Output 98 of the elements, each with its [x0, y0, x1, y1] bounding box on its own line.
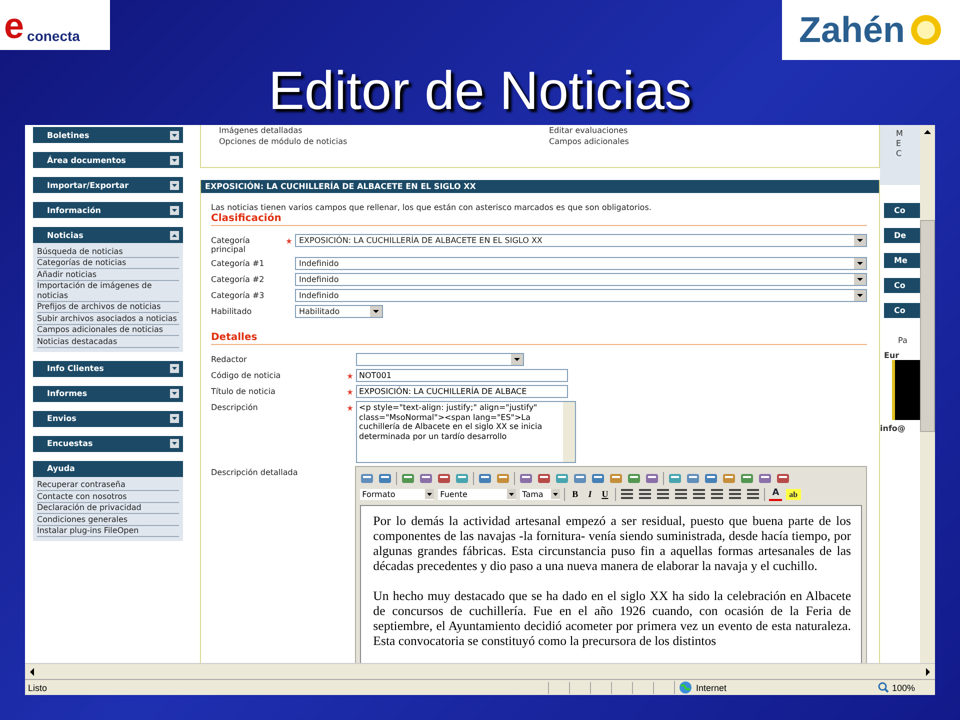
- toolbar-dropdown[interactable]: Formato: [360, 488, 434, 500]
- sidebar-item[interactable]: Añadir noticias: [37, 269, 179, 280]
- sidebar-header-label: Envios: [47, 414, 76, 423]
- email-text: info@: [880, 424, 906, 433]
- side-button[interactable]: Co: [884, 303, 920, 318]
- toggle-icon[interactable]: [170, 156, 179, 164]
- side-button[interactable]: De: [884, 228, 920, 243]
- sidebar-item[interactable]: Contacte con nosotros: [37, 491, 179, 502]
- sidebar-header-label: Informes: [47, 389, 88, 398]
- dropdown[interactable]: [356, 353, 524, 366]
- font-color-button[interactable]: A: [769, 488, 782, 500]
- toggle-icon[interactable]: [170, 230, 179, 240]
- field-label: Descripción: [211, 402, 259, 412]
- format-button[interactable]: B: [569, 488, 582, 500]
- sidebar-item[interactable]: Campos adicionales de noticias: [37, 324, 179, 336]
- menu-link[interactable]: Opciones de módulo de noticias: [219, 136, 549, 147]
- field-label: Categoría principal: [211, 235, 251, 254]
- format-button[interactable]: I: [585, 488, 595, 500]
- toggle-icon[interactable]: [170, 389, 179, 398]
- sidebar-header-label: Información: [47, 206, 102, 214]
- toggle-icon[interactable]: [170, 130, 179, 140]
- dropdown[interactable]: Indefinido: [295, 257, 867, 270]
- dropdown[interactable]: EXPOSICIÓN: LA CUCHILLERÍA DE ALBACETE EN EL SIGLO XX: [295, 234, 867, 247]
- sidebar-header-label: Área documentos: [47, 156, 126, 164]
- toggle-icon[interactable]: [170, 180, 179, 190]
- toggle-icon[interactable]: [170, 414, 179, 423]
- sidebar-header[interactable]: Encuestas: [33, 436, 183, 452]
- section-heading: Detalles: [211, 332, 867, 345]
- menu-link[interactable]: Imágenes detalladas: [219, 125, 549, 136]
- toggle-icon[interactable]: [170, 364, 179, 373]
- side-text: Pa: [897, 336, 908, 345]
- intro-text: Las noticias tienen varios campos que rellenar, los que están con asterisco marcados es que son obligatorios.: [211, 203, 652, 213]
- paragraph: Un hecho muy destacado que se ha dado en el siglo XX ha sido la celebración en Albacete de concursos de cuchillería. Fue en el año 1926 cuando, con ocasión de la Feria de septiembre, el Ayuntamiento decidió acometer por primera vez un evento de esta naturaleza. Esta convocatoria se constituyó como la precursora de los distintos: [373, 589, 851, 649]
- sidebar-header-label: Importar/Exportar: [47, 180, 129, 190]
- dropdown[interactable]: Habilitado: [295, 305, 383, 318]
- sidebar-item[interactable]: Noticias destacadas: [37, 336, 179, 348]
- horizontal-scrollbar[interactable]: [25, 663, 935, 679]
- toolbar-dropdown[interactable]: Tama: [520, 488, 560, 500]
- sidebar-header[interactable]: Noticias: [33, 227, 183, 243]
- panel-title: EXPOSICIÓN: LA CUCHILLERÍA DE ALBACETE EN EL SIGLO XX: [201, 180, 879, 193]
- field-label: Categoría #1: [211, 258, 266, 268]
- panel-text: C: [896, 149, 903, 159]
- dropdown[interactable]: Indefinido: [295, 273, 867, 286]
- sidebar-header[interactable]: Boletines: [33, 127, 183, 143]
- side-button[interactable]: Co: [884, 203, 920, 218]
- sidebar-item[interactable]: Instalar plug-ins FileOpen: [37, 526, 179, 537]
- side-text: Eur: [883, 351, 900, 360]
- section-heading: Clasificación: [211, 213, 867, 226]
- sidebar-item[interactable]: Búsqueda de noticias: [37, 246, 179, 258]
- sidebar-header[interactable]: Información: [33, 202, 183, 218]
- field-label: Habilitado: [211, 306, 253, 316]
- magnifier-icon: [878, 682, 889, 693]
- sidebar-item[interactable]: Prefijos de archivos de noticias: [37, 302, 179, 313]
- status-text: Listo: [27, 682, 48, 692]
- sidebar-header[interactable]: Ayuda: [33, 460, 183, 476]
- sidebar-item[interactable]: Subir archivos asociados a noticias: [37, 313, 179, 324]
- scrollbar[interactable]: [563, 402, 575, 462]
- sidebar-header[interactable]: Info Clientes: [33, 360, 183, 376]
- menu-link[interactable]: Campos adicionales: [549, 136, 879, 147]
- dropdown[interactable]: Indefinido: [295, 289, 867, 302]
- sidebar-header[interactable]: Importar/Exportar: [33, 177, 183, 193]
- logo: Zahén: [782, 0, 960, 60]
- sidebar-item[interactable]: Declaración de privacidad: [37, 502, 179, 514]
- panel-text: M: [896, 129, 904, 139]
- field-label: Categoría #3: [211, 290, 266, 300]
- sidebar-header[interactable]: Informes: [33, 386, 183, 402]
- sidebar-header-label: Noticias: [47, 230, 84, 240]
- sidebar-item[interactable]: Recuperar contraseña: [37, 480, 179, 491]
- sidebar-header[interactable]: Área documentos: [33, 152, 183, 168]
- side-button[interactable]: Co: [884, 278, 920, 293]
- highlight-button[interactable]: ab: [786, 488, 801, 500]
- paragraph: Por lo demás la actividad artesanal empezó a ser residual, puesto que buena parte de los componentes de las navajas -la fornitura- venía siendo suministrada, desde hacía tiempo, por algunas grandes fábricas. Esta circunstancia puso fin a aquellas formas artesanales de las décadas precedentes y dio paso a una nueva manera de elaborar la navaja y el cuchillo.: [373, 514, 851, 574]
- sidebar-header-label: Info Clientes: [47, 364, 104, 373]
- zone-text: Internet: [696, 682, 727, 692]
- sidebar-header-label: Ayuda: [47, 464, 75, 473]
- logo: e conecta: [0, 0, 110, 50]
- format-button[interactable]: U: [598, 488, 612, 500]
- field-label: Código de noticia: [211, 370, 282, 380]
- field-label: Redactor: [211, 354, 248, 364]
- sidebar-item[interactable]: Condiciones generales: [37, 514, 179, 526]
- toggle-icon[interactable]: [170, 439, 179, 448]
- sidebar-item[interactable]: Importación de imágenes de noticias: [37, 280, 179, 302]
- sidebar-header-label: Boletines: [47, 130, 90, 140]
- menu-link[interactable]: Editar evaluaciones: [549, 125, 879, 136]
- toggle-icon[interactable]: [170, 206, 179, 214]
- panel-text: E: [896, 139, 902, 149]
- sidebar-header[interactable]: Envios: [33, 410, 183, 426]
- field-label: Descripción detallada: [211, 467, 299, 477]
- input-field[interactable]: NOT001: [356, 369, 568, 382]
- sidebar-header-label: Encuestas: [47, 439, 93, 448]
- field-label: Categoría #2: [211, 274, 266, 284]
- zoom-control[interactable]: 100%: [878, 682, 935, 693]
- slide-title: Editor de Noticias: [267, 60, 693, 122]
- sidebar-item[interactable]: Categorías de noticias: [37, 258, 179, 269]
- input-field[interactable]: EXPOSICIÓN: LA CUCHILLERÍA DE ALBACE: [356, 385, 568, 398]
- side-button[interactable]: Me: [884, 253, 920, 268]
- field-label: Título de noticia: [211, 386, 276, 396]
- toolbar-dropdown[interactable]: Fuente: [438, 488, 516, 500]
